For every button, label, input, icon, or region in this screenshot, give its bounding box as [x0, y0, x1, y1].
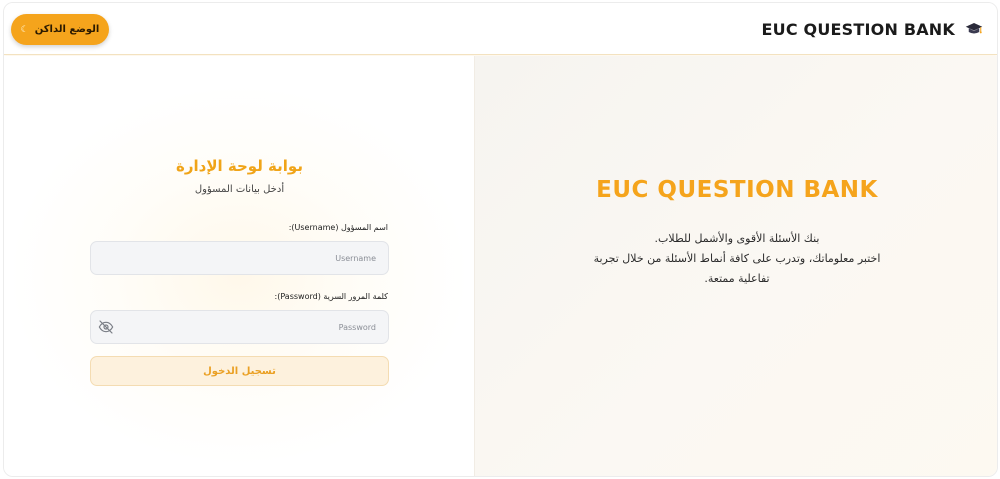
app-window: ☾ الوضع الداكن EUC QUESTION BANK بوابة ل…	[3, 2, 998, 477]
password-label: كلمة المرور السرية (Password):	[274, 292, 388, 301]
username-label: اسم المسؤول (Username):	[288, 223, 388, 232]
hero-line-2: اختبر معلوماتك، وتدرب على كافة أنماط الأ…	[593, 252, 881, 265]
dark-mode-label: الوضع الداكن	[34, 24, 100, 35]
brand-title: EUC QUESTION BANK	[761, 19, 955, 39]
username-input[interactable]	[90, 241, 389, 275]
moon-icon: ☾	[20, 24, 29, 35]
login-panel: بوابة لوحة الإدارة أدخل بيانات المسؤول ا…	[4, 56, 475, 476]
login-title: بوابة لوحة الإدارة	[176, 157, 303, 175]
password-input[interactable]	[90, 310, 389, 344]
hero-line-1: بنك الأسئلة الأقوى والأشمل للطلاب.	[654, 232, 820, 245]
login-subtitle: أدخل بيانات المسؤول	[194, 184, 285, 195]
hero-description: بنك الأسئلة الأقوى والأشمل للطلاب. اختبر…	[475, 229, 997, 289]
hero-panel: EUC QUESTION BANK بنك الأسئلة الأقوى وال…	[475, 56, 997, 476]
dark-mode-toggle-button[interactable]: ☾ الوضع الداكن	[11, 14, 109, 45]
hero-line-3: تفاعلية ممتعة.	[704, 272, 770, 285]
login-button[interactable]: تسجيل الدخول	[90, 356, 389, 386]
top-header: ☾ الوضع الداكن EUC QUESTION BANK	[4, 3, 997, 55]
graduation-cap-icon	[965, 23, 983, 34]
hero-title: EUC QUESTION BANK	[596, 177, 878, 203]
brand: EUC QUESTION BANK	[762, 18, 983, 40]
eye-off-icon[interactable]	[98, 319, 114, 335]
